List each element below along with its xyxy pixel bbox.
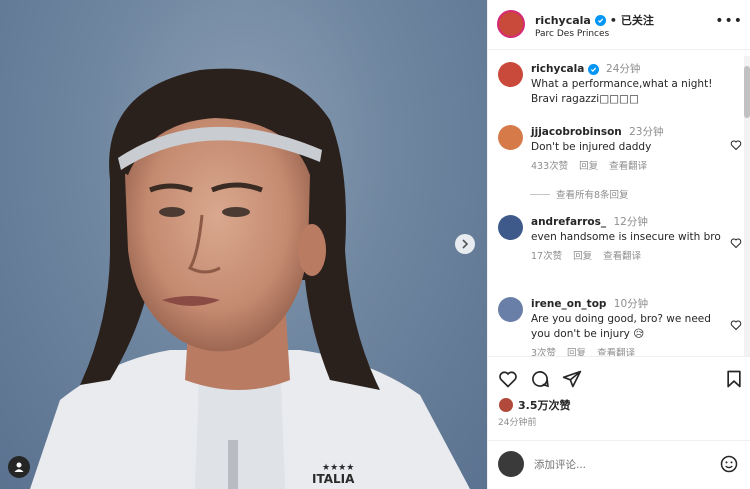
translate-button[interactable]: 查看翻译	[597, 346, 635, 356]
liker-avatar	[498, 397, 514, 413]
caption-text: What a performance,what a night! Bravi r…	[531, 78, 713, 105]
heart-icon[interactable]	[730, 139, 742, 151]
comment-time: 23分钟	[629, 126, 664, 138]
comment-likes[interactable]: 17次赞	[531, 249, 562, 264]
comments-scrollbar[interactable]	[744, 56, 750, 356]
separator-dot: •	[609, 13, 617, 27]
author-row: richycala • 已关注	[535, 12, 654, 28]
caption-username[interactable]: richycala	[531, 63, 584, 75]
comment-time: 12分钟	[613, 216, 648, 228]
comment-icon[interactable]	[530, 369, 550, 389]
reply-button[interactable]: 回复	[573, 249, 592, 264]
likes-row[interactable]: 3.5万次赞	[498, 397, 571, 413]
scrollbar-thumb[interactable]	[744, 66, 750, 118]
add-comment-input[interactable]	[534, 455, 694, 475]
comment-avatar[interactable]	[498, 215, 523, 240]
emoji-icon[interactable]	[719, 454, 739, 474]
translate-button[interactable]: 查看翻译	[609, 159, 647, 174]
comment-time: 10分钟	[613, 298, 649, 310]
post-time[interactable]: 24分钟前	[498, 415, 536, 428]
comment-text: Are you doing good, bro? we need you don…	[531, 313, 711, 340]
comment-avatar[interactable]	[498, 125, 523, 150]
comment-likes[interactable]: 433次赞	[531, 159, 568, 174]
share-icon[interactable]	[562, 369, 582, 389]
player-portrait: ITALIA ★★★★	[30, 68, 470, 489]
verified-badge-icon	[587, 64, 599, 75]
likes-count: 3.5万次赞	[518, 399, 571, 412]
comment-avatar[interactable]	[498, 297, 523, 322]
verified-badge-icon	[594, 14, 606, 26]
replies-divider	[530, 193, 550, 195]
comment-username[interactable]: jjjacobrobinson	[531, 126, 622, 138]
heart-icon[interactable]	[730, 237, 742, 249]
post-header: richycala • 已关注 Parc Des Princes •••	[488, 0, 750, 50]
bookmark-icon[interactable]	[724, 369, 744, 389]
jersey-text: ITALIA	[312, 472, 355, 486]
comment-username[interactable]: irene_on_top	[531, 298, 606, 310]
author-avatar[interactable]	[497, 10, 525, 38]
more-options-icon[interactable]: •••	[715, 13, 743, 29]
comment-username[interactable]: andrefarros_	[531, 216, 606, 228]
chevron-right-icon	[462, 239, 469, 249]
tagged-users-button[interactable]	[8, 456, 30, 478]
user-icon	[14, 462, 24, 472]
view-replies-button[interactable]: 查看所有8条回复	[530, 187, 629, 201]
instagram-post-modal: ITALIA ★★★★ richycala • 已关注 Parc Des Pri…	[0, 0, 750, 489]
translate-button[interactable]: 查看翻译	[603, 249, 641, 264]
comment-text: even handsome is insecure with bro	[531, 231, 721, 243]
like-heart-icon[interactable]	[498, 369, 518, 389]
jersey-stars: ★★★★	[322, 463, 354, 473]
reply-button[interactable]: 回复	[579, 159, 598, 174]
comment-likes[interactable]: 3次赞	[531, 346, 556, 356]
following-button[interactable]: 已关注	[621, 12, 654, 28]
view-replies-label: 查看所有8条回复	[556, 190, 629, 201]
comment-text: Don't be injured daddy	[531, 141, 652, 153]
post-location[interactable]: Parc Des Princes	[535, 29, 609, 39]
heart-icon[interactable]	[730, 319, 742, 331]
reply-button[interactable]: 回复	[567, 346, 586, 356]
comments-list: richycala 24分钟 What a performance,what a…	[488, 52, 750, 356]
caption-avatar[interactable]	[498, 62, 523, 87]
next-photo-button[interactable]	[455, 234, 475, 254]
caption-time: 24分钟	[606, 63, 641, 75]
post-photo[interactable]: ITALIA ★★★★	[0, 0, 487, 489]
viewer-avatar	[498, 451, 524, 477]
author-username[interactable]: richycala	[535, 14, 591, 27]
add-comment-bar	[488, 440, 750, 489]
post-side-panel: richycala • 已关注 Parc Des Princes ••• ric…	[487, 0, 750, 489]
